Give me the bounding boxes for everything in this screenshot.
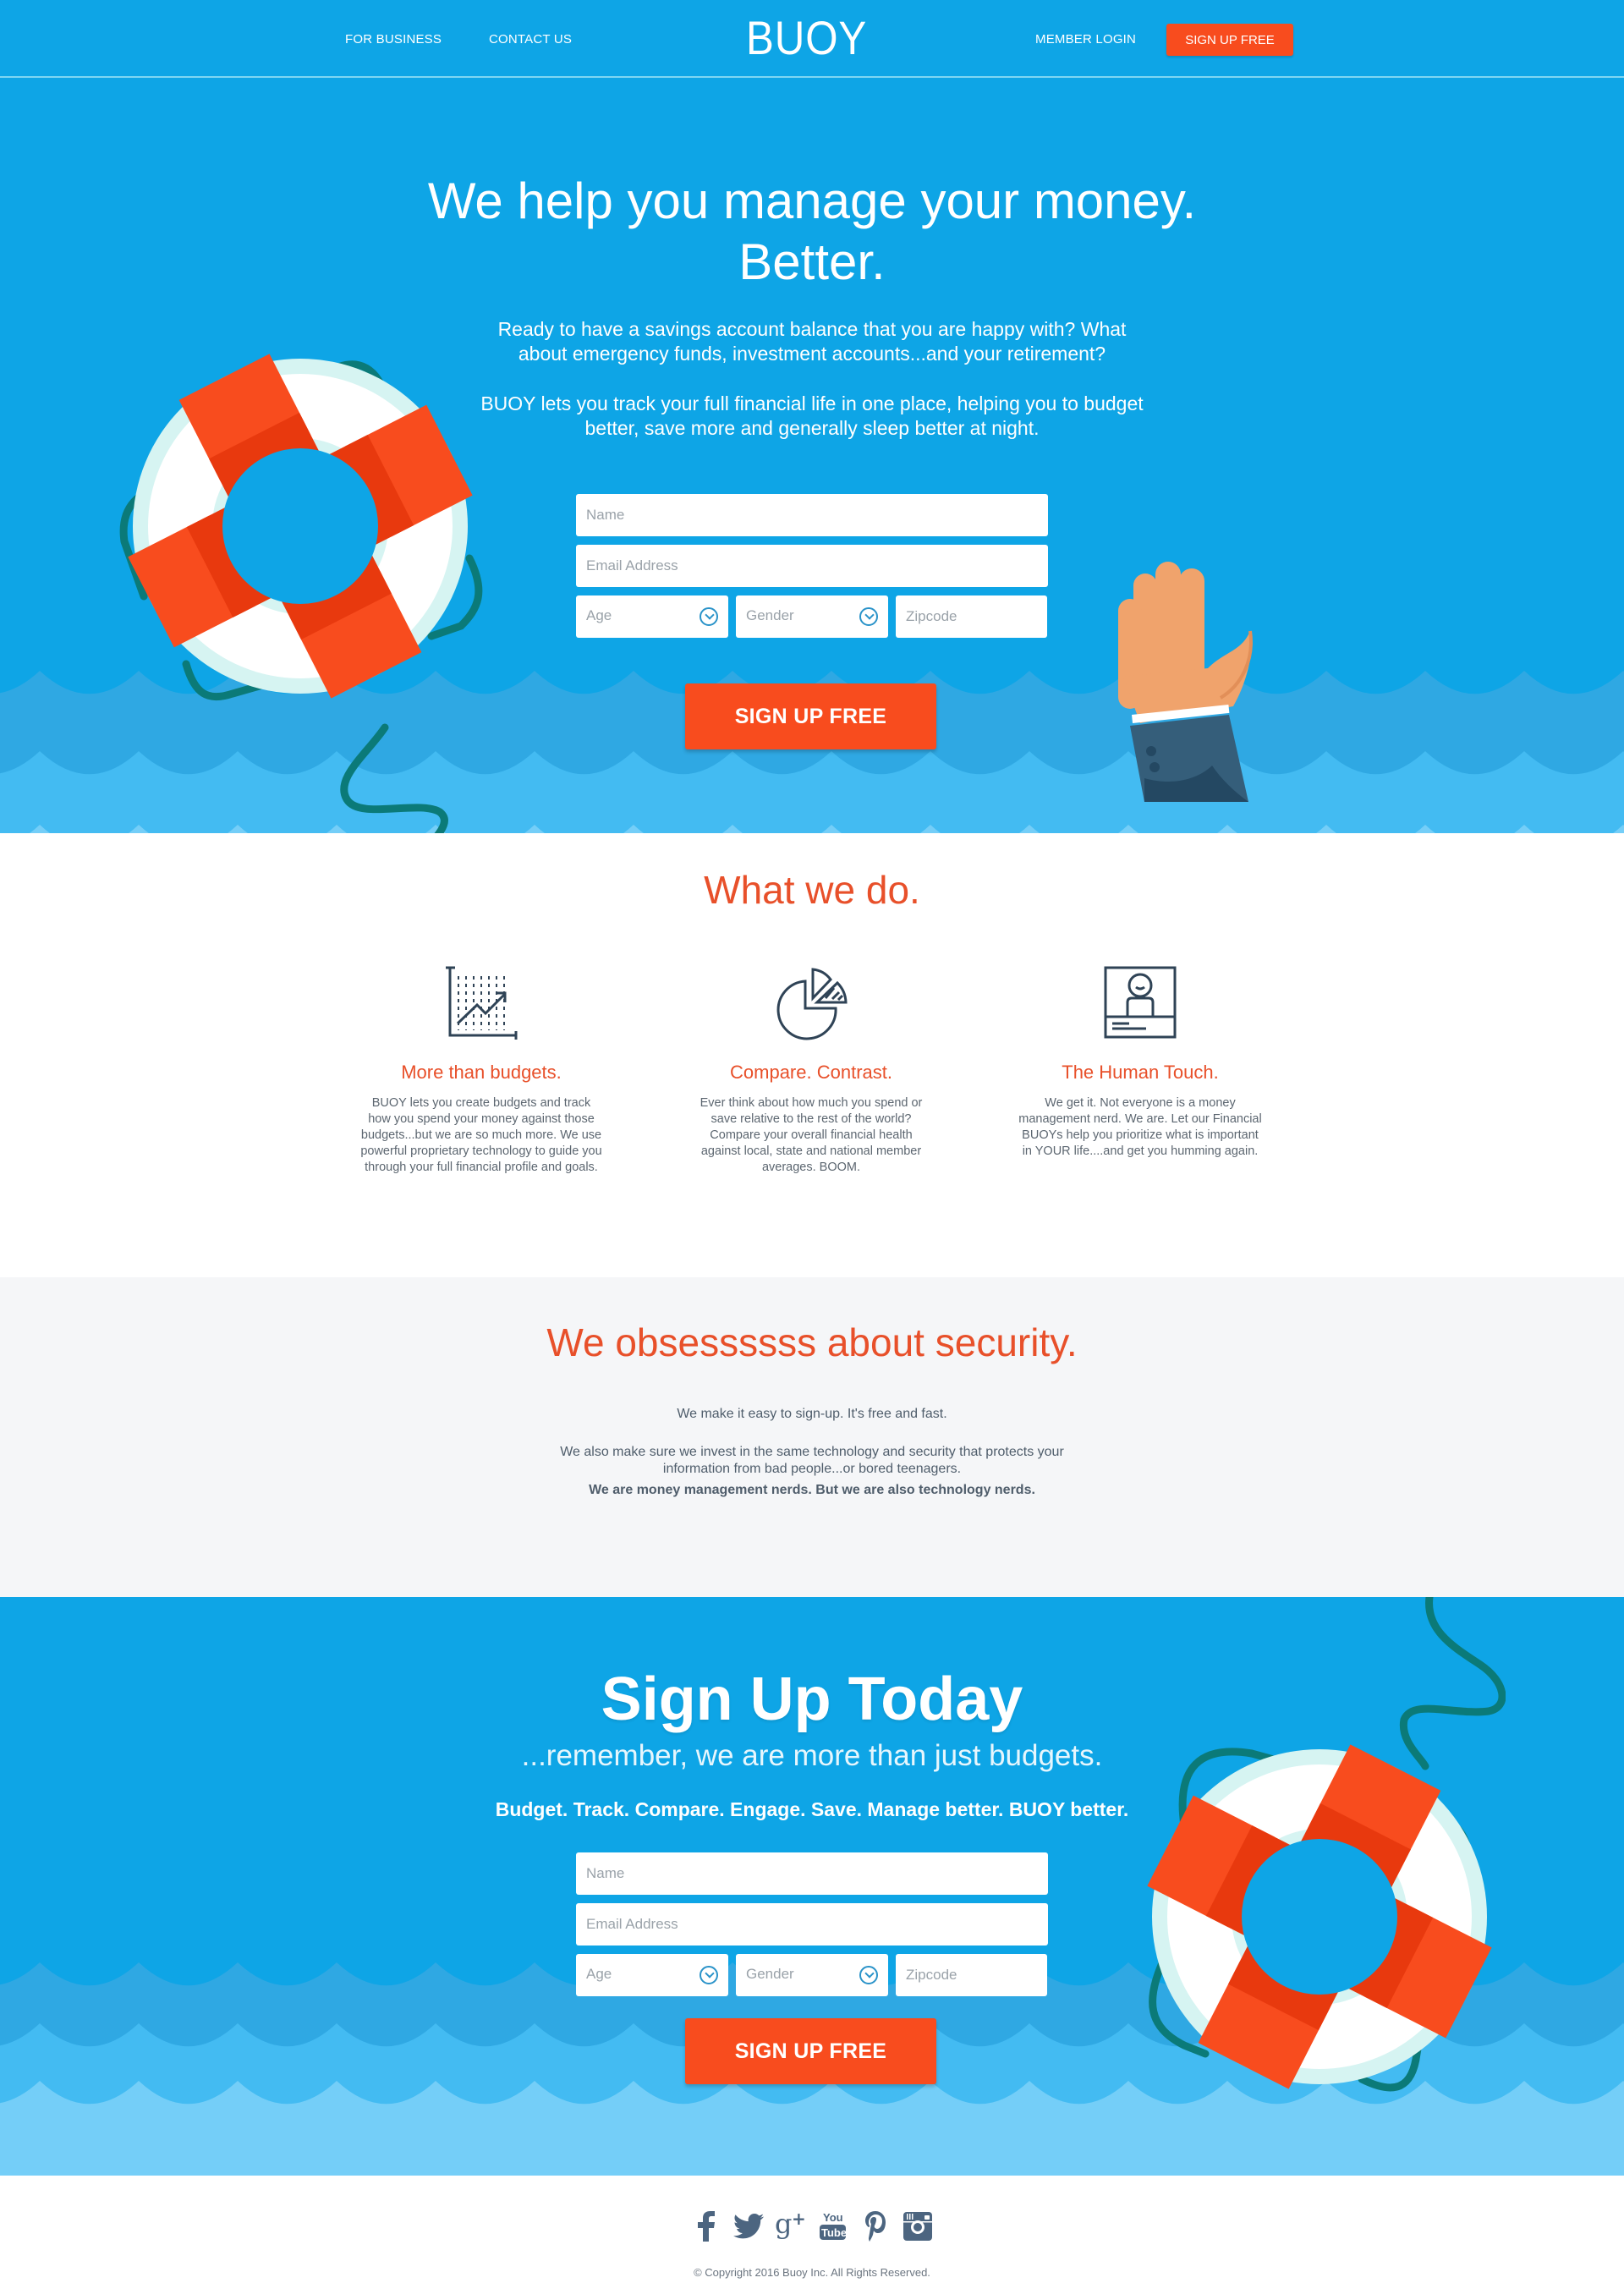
twitter-icon[interactable] (732, 2209, 765, 2243)
svg-text:+: + (792, 2209, 806, 2229)
facebook-icon[interactable] (690, 2209, 722, 2243)
hero-intro-line1: Ready to have a savings account balance … (497, 318, 1127, 340)
pinterest-icon[interactable] (859, 2209, 892, 2243)
feature-body: BUOY lets you create budgets and track h… (360, 1096, 602, 1174)
footer: g + You Tube © Copyright 2016 Buoy Inc. Al… (0, 2176, 1624, 2294)
instagram-icon[interactable] (902, 2209, 934, 2243)
hero-intro-line2: about emergency funds, investment accoun… (518, 343, 1106, 365)
hero-section: FOR BUSINESS CONTACT US BUOY MEMBER LOGI… (0, 0, 1624, 833)
gender-select[interactable]: Gender (736, 595, 888, 638)
email-input[interactable] (576, 545, 1048, 587)
copyright-text: © Copyright 2016 Buoy Inc. All Rights Re… (694, 2266, 930, 2279)
feature-human-touch: The Human Touch. We get it. Not everyone… (1013, 964, 1267, 1160)
top-nav: FOR BUSINESS CONTACT US BUOY MEMBER LOGI… (0, 0, 1624, 78)
age-select-label: Age (586, 607, 612, 623)
security-line2b: information from bad people...or bored t… (662, 1462, 962, 1476)
nav-signup-button[interactable]: SIGN UP FREE (1166, 24, 1293, 56)
zipcode-input[interactable] (896, 595, 1047, 638)
gender-select[interactable]: Gender (736, 1954, 888, 1996)
nav-for-business[interactable]: FOR BUSINESS (345, 32, 442, 47)
feature-title: More than budgets. (401, 1062, 562, 1083)
hero-description: BUOY lets you track your full financial … (0, 392, 1624, 441)
hero-title-line2: Better. (738, 233, 886, 290)
signup-subtitle: ...remember, we are more than just budge… (521, 1739, 1103, 1772)
security-line2a: We also make sure we invest in the same … (560, 1445, 1064, 1459)
hero-signup-button[interactable]: SIGN UP FREE (685, 683, 936, 749)
what-we-do-title: What we do. (704, 868, 920, 912)
name-input[interactable] (576, 494, 1048, 536)
hero-title-line1: We help you manage your money. (427, 173, 1197, 229)
hero-signup-form: Age Gender (576, 494, 1048, 638)
email-input[interactable] (576, 1903, 1048, 1946)
age-select[interactable]: Age (576, 1954, 728, 1996)
chevron-down-icon (700, 607, 718, 626)
chevron-down-icon (859, 607, 878, 626)
security-line3: We are money management nerds. But we ar… (589, 1483, 1035, 1497)
youtube-text-top: You (823, 2211, 843, 2224)
feature-compare: Compare. Contrast. Ever think about how … (684, 964, 938, 1176)
chevron-down-icon (700, 1966, 718, 1984)
hero-intro: Ready to have a savings account balance … (0, 317, 1624, 366)
pie-chart-icon (776, 968, 848, 1040)
security-title: We obsessssss about security. (546, 1320, 1078, 1364)
gender-select-label: Gender (746, 607, 794, 623)
signup-title: Sign Up Today (601, 1666, 1023, 1733)
nav-contact-us[interactable]: CONTACT US (489, 32, 572, 47)
bottom-signup-form: Age Gender (576, 1852, 1048, 1996)
feature-budgets: More than budgets. BUOY lets you create … (354, 964, 608, 1176)
age-select-label: Age (586, 1966, 612, 1982)
security-line1: We make it easy to sign-up. It's free an… (677, 1407, 947, 1421)
name-input[interactable] (576, 1852, 1048, 1895)
feature-title: The Human Touch. (1062, 1062, 1219, 1083)
youtube-icon[interactable]: You Tube (817, 2209, 849, 2243)
security-section: We obsessssss about security. We make it… (0, 1277, 1624, 1597)
hero-description-line2: better, save more and generally sleep be… (584, 417, 1040, 439)
svg-text:g: g (775, 2209, 792, 2240)
feature-body: Ever think about how much you spend or s… (700, 1096, 923, 1174)
security-line2: We also make sure we invest in the same … (0, 1444, 1624, 1478)
zipcode-input[interactable] (896, 1954, 1047, 1996)
feature-title: Compare. Contrast. (730, 1062, 892, 1083)
chart-growth-icon (446, 966, 518, 1040)
google-plus-icon[interactable]: g + (775, 2209, 807, 2243)
gender-select-label: Gender (746, 1966, 794, 1982)
feature-body: We get it. Not everyone is a money manag… (1018, 1096, 1262, 1158)
signup-tagline: Budget. Track. Compare. Engage. Save. Ma… (495, 1798, 1129, 1820)
social-links: g + You Tube (0, 2209, 1624, 2243)
hero-title: We help you manage your money. Better. (0, 171, 1624, 293)
age-select[interactable]: Age (576, 595, 728, 638)
youtube-text-bottom: Tube (821, 2226, 847, 2239)
hero-description-line1: BUOY lets you track your full financial … (480, 392, 1144, 414)
waving-hand-illustration (1118, 562, 1253, 802)
details-row: Age Gender (576, 595, 1048, 638)
nav-member-login[interactable]: MEMBER LOGIN (1035, 32, 1136, 47)
bottom-signup-button[interactable]: SIGN UP FREE (685, 2018, 936, 2084)
profile-card-icon (1104, 966, 1177, 1039)
what-we-do-section: What we do. More than budgets. BUOY lets… (0, 833, 1624, 1277)
chevron-down-icon (859, 1966, 878, 1984)
logo[interactable]: BUOY (746, 10, 867, 65)
details-row: Age Gender (576, 1954, 1048, 1996)
signup-section: Sign Up Today ...remember, we are more t… (0, 1597, 1624, 2176)
